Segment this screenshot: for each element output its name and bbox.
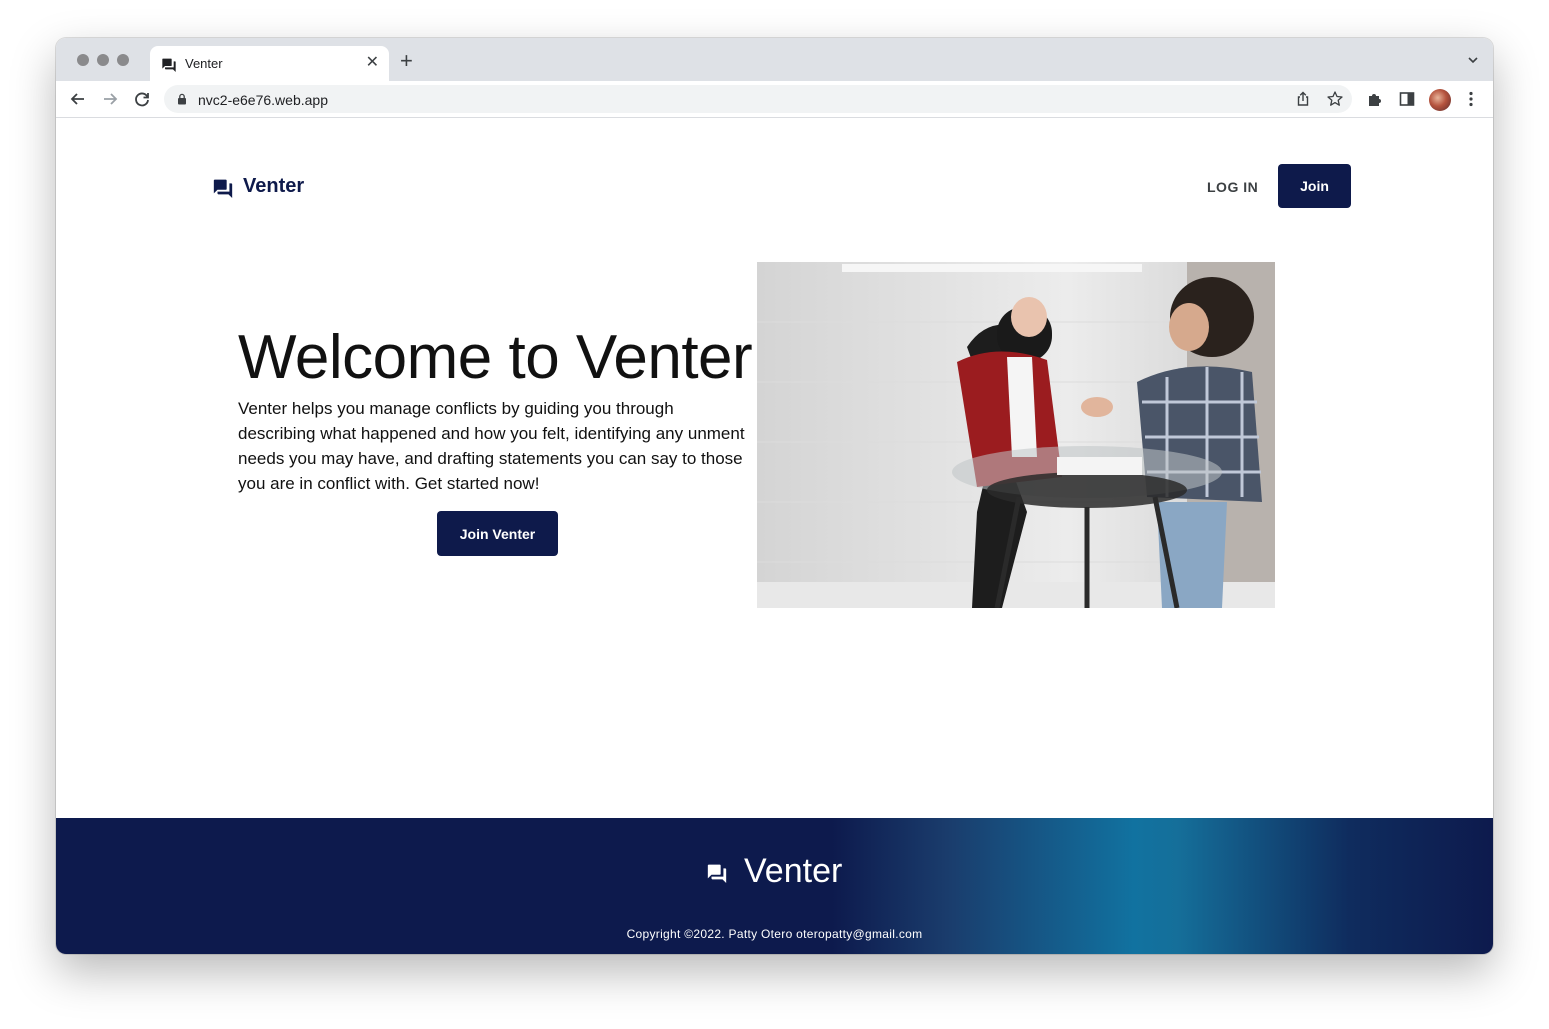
share-icon[interactable]: [1294, 90, 1312, 108]
back-arrow-icon[interactable]: [68, 89, 88, 109]
tab-strip: Venter ✕ +: [56, 38, 1493, 81]
join-venter-button[interactable]: Join Venter: [437, 511, 558, 556]
chat-icon: [707, 864, 727, 883]
hero-title: Welcome to Venter: [238, 323, 753, 392]
site-footer: Venter Copyright ©2022. Patty Otero oter…: [56, 818, 1493, 954]
hero-illustration: [757, 262, 1275, 608]
reload-icon[interactable]: [132, 89, 152, 109]
web-page: Venter LOG IN Join Welcome to Venter Ven…: [56, 119, 1493, 954]
tab-title: Venter: [185, 56, 223, 71]
browser-window: Venter ✕ + nvc2-e6e76.web.app Venter LOG…: [56, 38, 1493, 954]
browser-toolbar: nvc2-e6e76.web.app: [56, 81, 1493, 118]
side-panel-icon[interactable]: [1398, 90, 1416, 108]
lock-icon: [178, 93, 186, 105]
profile-avatar[interactable]: [1429, 89, 1451, 111]
chevron-down-icon[interactable]: [1467, 54, 1479, 66]
bookmark-star-icon[interactable]: [1326, 90, 1344, 108]
login-link[interactable]: LOG IN: [1207, 179, 1258, 195]
footer-brand-name: Venter: [744, 852, 843, 890]
minimize-window-button[interactable]: [97, 54, 109, 66]
hero-image: [757, 262, 1275, 608]
chat-icon: [162, 58, 176, 72]
brand-name: Venter: [243, 175, 305, 197]
maximize-window-button[interactable]: [117, 54, 129, 66]
footer-logo[interactable]: Venter: [706, 852, 842, 891]
join-button[interactable]: Join: [1278, 164, 1351, 208]
url-text: nvc2-e6e76.web.app: [198, 92, 328, 108]
extensions-puzzle-icon[interactable]: [1366, 90, 1384, 108]
copyright-text: Copyright ©2022. Patty Otero oteropatty@…: [626, 927, 923, 941]
new-tab-icon[interactable]: +: [400, 50, 413, 72]
more-options-icon[interactable]: [1462, 90, 1480, 108]
close-window-button[interactable]: [77, 54, 89, 66]
close-tab-icon[interactable]: ✕: [366, 54, 379, 72]
browser-tab[interactable]: Venter ✕: [150, 46, 389, 81]
forward-arrow-icon[interactable]: [100, 89, 120, 109]
hero-description: Venter helps you manage conflicts by gui…: [238, 399, 745, 493]
site-logo[interactable]: Venter: [212, 175, 304, 198]
address-bar[interactable]: nvc2-e6e76.web.app: [164, 85, 1352, 113]
chat-icon: [213, 179, 233, 198]
